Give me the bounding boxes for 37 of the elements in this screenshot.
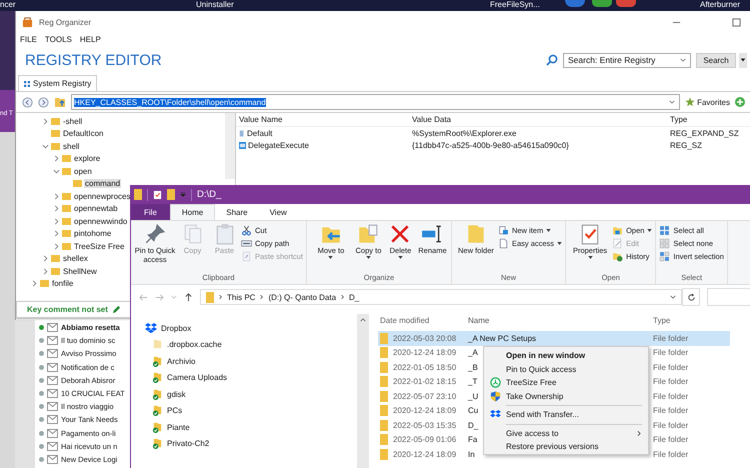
type-cell: File folder — [653, 392, 688, 401]
file-name: _A New PC Setups — [468, 334, 536, 343]
window-title: Reg Organizer — [39, 18, 92, 26]
file-name: Fa — [468, 435, 478, 444]
date-cell: 2020-12-24 18:09 — [393, 348, 456, 358]
date-cell: 2022-01-02 18:15 — [393, 377, 456, 386]
date-cell: 2022-05-09 01:06 — [393, 435, 456, 444]
date-cell: 2022-05-03 20:08 — [393, 334, 456, 343]
file-name: Cu — [468, 406, 478, 416]
file-name: _B — [468, 362, 478, 372]
file-name: _U — [468, 392, 478, 401]
date-cell: 2020-12-24 18:09 — [393, 406, 456, 416]
type-cell: File folder — [653, 420, 688, 430]
date-cell: 2022-05-07 23:10 — [393, 392, 456, 401]
value-data: {11dbb47c-a525-400b-9e80-a54615a090c0} — [412, 140, 570, 150]
value-name: Default — [247, 128, 272, 138]
type-cell: File folder — [653, 406, 688, 416]
key-comment-text: Key comment not set — [27, 305, 108, 314]
file-name: D_ — [468, 420, 478, 430]
value-data: %SystemRoot%\Explorer.exe — [412, 128, 518, 138]
window-title: D:\D_ — [197, 189, 222, 200]
date-cell: 2020-12-24 18:09 — [393, 450, 456, 459]
type-cell: File folder — [653, 362, 688, 372]
value-type: REG_SZ — [670, 140, 704, 150]
type-cell: File folder — [653, 348, 688, 358]
type-cell: File folder — [653, 377, 688, 386]
file-name: In — [468, 450, 475, 459]
value-name: DelegateExecute — [248, 140, 309, 150]
date-cell: 2022-05-03 15:35 — [393, 420, 456, 430]
file-name: _A — [468, 348, 478, 358]
type-cell: File folder — [653, 334, 688, 343]
type-cell: File folder — [653, 450, 688, 459]
value-type: REG_EXPAND_SZ — [670, 128, 740, 138]
date-cell: 2022-01-05 18:50 — [393, 362, 456, 372]
file-name: _T — [468, 377, 478, 386]
type-cell: File folder — [653, 435, 688, 444]
page-heading: REGISTRY EDITOR — [25, 52, 162, 68]
